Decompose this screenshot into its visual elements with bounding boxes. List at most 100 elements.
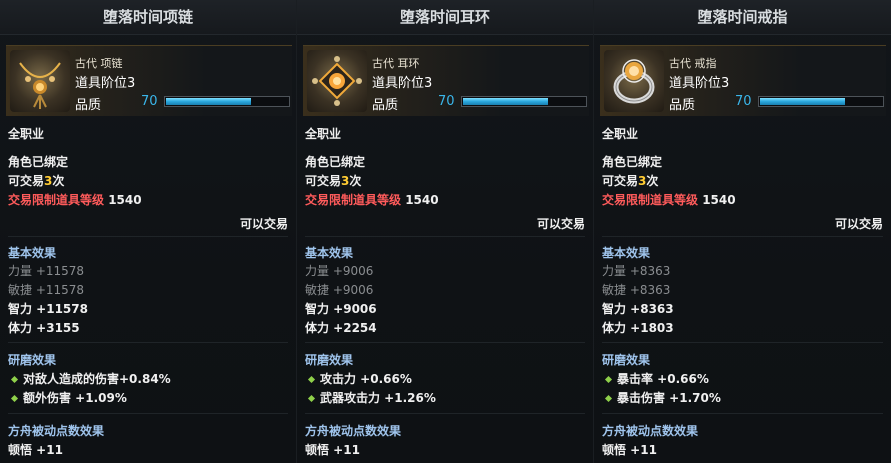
class-restriction: 全职业 xyxy=(305,127,342,141)
ark-passive-header: 方舟被动点数效果 xyxy=(305,424,402,438)
divider xyxy=(8,413,288,414)
refine-effect-text: 暴击伤害 +1.70% xyxy=(617,391,721,405)
basic-effects-header: 基本效果 xyxy=(305,246,354,260)
refine-effect-line: 攻击力 +0.66% xyxy=(305,370,412,387)
trade-count: 可交易3次 xyxy=(602,172,658,189)
item-card: 古代 耳环 道具阶位3 品质 70 xyxy=(303,45,589,116)
trade-limit: 交易限制道具等级 1540 xyxy=(305,191,439,208)
trade-count-suffix: 次 xyxy=(52,174,65,188)
item-name: 堕落时间耳环 xyxy=(297,0,593,35)
item-name: 堕落时间戒指 xyxy=(594,0,891,35)
divider xyxy=(602,413,883,414)
trade-limit-value: 1540 xyxy=(405,193,439,207)
basic-effect-line: 智力 +11578 xyxy=(8,302,88,316)
divider xyxy=(305,342,585,343)
item-tier: 道具阶位3 xyxy=(372,76,433,91)
refine-effect-text: 暴击率 +0.66% xyxy=(617,372,709,386)
quality-label: 品质 xyxy=(75,98,102,113)
divider xyxy=(305,236,585,237)
item-tooltip: 堕落时间戒指 古代 戒指 道具阶位3 品质 70 全职业 角色已绑定 可交易3次… xyxy=(594,0,891,463)
basic-effect-line: 智力 +9006 xyxy=(305,302,377,316)
ark-passive-header: 方舟被动点数效果 xyxy=(602,424,699,438)
refine-effect-line: 暴击伤害 +1.70% xyxy=(602,389,721,406)
refine-effects-header: 研磨效果 xyxy=(602,353,651,367)
diamond-bullet-icon xyxy=(10,394,19,402)
trade-limit-value: 1540 xyxy=(702,193,736,207)
item-grade: 古代 戒指 xyxy=(669,57,717,70)
trade-limit-label: 交易限制道具等级 xyxy=(305,193,402,207)
quality-bar-fill xyxy=(463,98,548,105)
item-tooltip: 堕落时间项链 古代 项链 道具阶位3 品质 70 全职业 角色已绑定 可交易3次… xyxy=(0,0,297,463)
bound-status: 角色已绑定 xyxy=(305,155,366,169)
tradable-status: 可以交易 xyxy=(834,217,883,231)
trade-count: 可交易3次 xyxy=(305,172,361,189)
quality-bar xyxy=(164,96,290,107)
trade-count-prefix: 可交易 xyxy=(602,174,639,188)
quality-value: 70 xyxy=(438,94,455,109)
ring-icon xyxy=(604,50,664,112)
basic-effect-line: 敏捷 +9006 xyxy=(305,283,374,297)
trade-limit: 交易限制道具等级 1540 xyxy=(8,191,142,208)
item-tooltip: 堕落时间耳环 古代 耳环 道具阶位3 品质 70 全职业 角色已绑定 可交易3次… xyxy=(297,0,594,463)
item-tier: 道具阶位3 xyxy=(75,76,136,91)
ark-passive-effect: 顿悟 +11 xyxy=(305,443,360,457)
tradable-status: 可以交易 xyxy=(536,217,585,231)
basic-effect-line: 力量 +8363 xyxy=(602,264,671,278)
item-card: 古代 项链 道具阶位3 品质 70 xyxy=(6,45,292,116)
trade-limit-value: 1540 xyxy=(108,193,142,207)
basic-effect-line: 体力 +1803 xyxy=(602,321,674,335)
divider xyxy=(305,413,585,414)
ark-passive-header: 方舟被动点数效果 xyxy=(8,424,105,438)
divider xyxy=(602,342,883,343)
class-restriction: 全职业 xyxy=(8,127,45,141)
trade-limit: 交易限制道具等级 1540 xyxy=(602,191,736,208)
basic-effect-line: 力量 +9006 xyxy=(305,264,374,278)
refine-effect-line: 额外伤害 +1.09% xyxy=(8,389,127,406)
quality-bar-fill xyxy=(166,98,251,105)
item-name: 堕落时间项链 xyxy=(0,0,296,35)
basic-effect-line: 体力 +3155 xyxy=(8,321,80,335)
basic-effect-line: 力量 +11578 xyxy=(8,264,85,278)
basic-effect-line: 敏捷 +8363 xyxy=(602,283,671,297)
diamond-bullet-icon xyxy=(604,375,613,383)
quality-value: 70 xyxy=(735,94,752,109)
item-card: 古代 戒指 道具阶位3 品质 70 xyxy=(600,45,886,116)
earring-icon xyxy=(307,50,367,112)
basic-effect-line: 智力 +8363 xyxy=(602,302,674,316)
trade-limit-label: 交易限制道具等级 xyxy=(602,193,699,207)
basic-effects-header: 基本效果 xyxy=(602,246,651,260)
refine-effects-header: 研磨效果 xyxy=(305,353,354,367)
divider xyxy=(8,236,288,237)
bound-status: 角色已绑定 xyxy=(8,155,69,169)
trade-count-prefix: 可交易 xyxy=(305,174,342,188)
refine-effect-text: 武器攻击力 +1.26% xyxy=(320,391,436,405)
divider xyxy=(602,236,883,237)
basic-effect-line: 敏捷 +11578 xyxy=(8,283,85,297)
basic-effect-line: 体力 +2254 xyxy=(305,321,377,335)
ark-passive-effect: 顿悟 +11 xyxy=(8,443,63,457)
basic-effects-header: 基本效果 xyxy=(8,246,57,260)
class-restriction: 全职业 xyxy=(602,127,639,141)
refine-effect-text: 对敌人造成的伤害+0.84% xyxy=(23,372,171,386)
trade-count-prefix: 可交易 xyxy=(8,174,45,188)
divider xyxy=(8,342,288,343)
ark-passive-effect: 顿悟 +11 xyxy=(602,443,657,457)
necklace-icon xyxy=(10,50,70,112)
tradable-status: 可以交易 xyxy=(239,217,288,231)
tooltip-comparison: 堕落时间项链 古代 项链 道具阶位3 品质 70 全职业 角色已绑定 可交易3次… xyxy=(0,0,891,463)
item-tier: 道具阶位3 xyxy=(669,76,730,91)
trade-count-suffix: 次 xyxy=(646,174,659,188)
trade-limit-label: 交易限制道具等级 xyxy=(8,193,105,207)
item-grade: 古代 耳环 xyxy=(372,57,420,70)
refine-effect-text: 攻击力 +0.66% xyxy=(320,372,412,386)
quality-label: 品质 xyxy=(669,98,696,113)
item-grade: 古代 项链 xyxy=(75,57,123,70)
diamond-bullet-icon xyxy=(604,394,613,402)
quality-label: 品质 xyxy=(372,98,399,113)
trade-count-suffix: 次 xyxy=(349,174,362,188)
quality-bar xyxy=(758,96,884,107)
refine-effect-line: 暴击率 +0.66% xyxy=(602,370,709,387)
quality-bar xyxy=(461,96,587,107)
quality-value: 70 xyxy=(141,94,158,109)
diamond-bullet-icon xyxy=(307,375,316,383)
